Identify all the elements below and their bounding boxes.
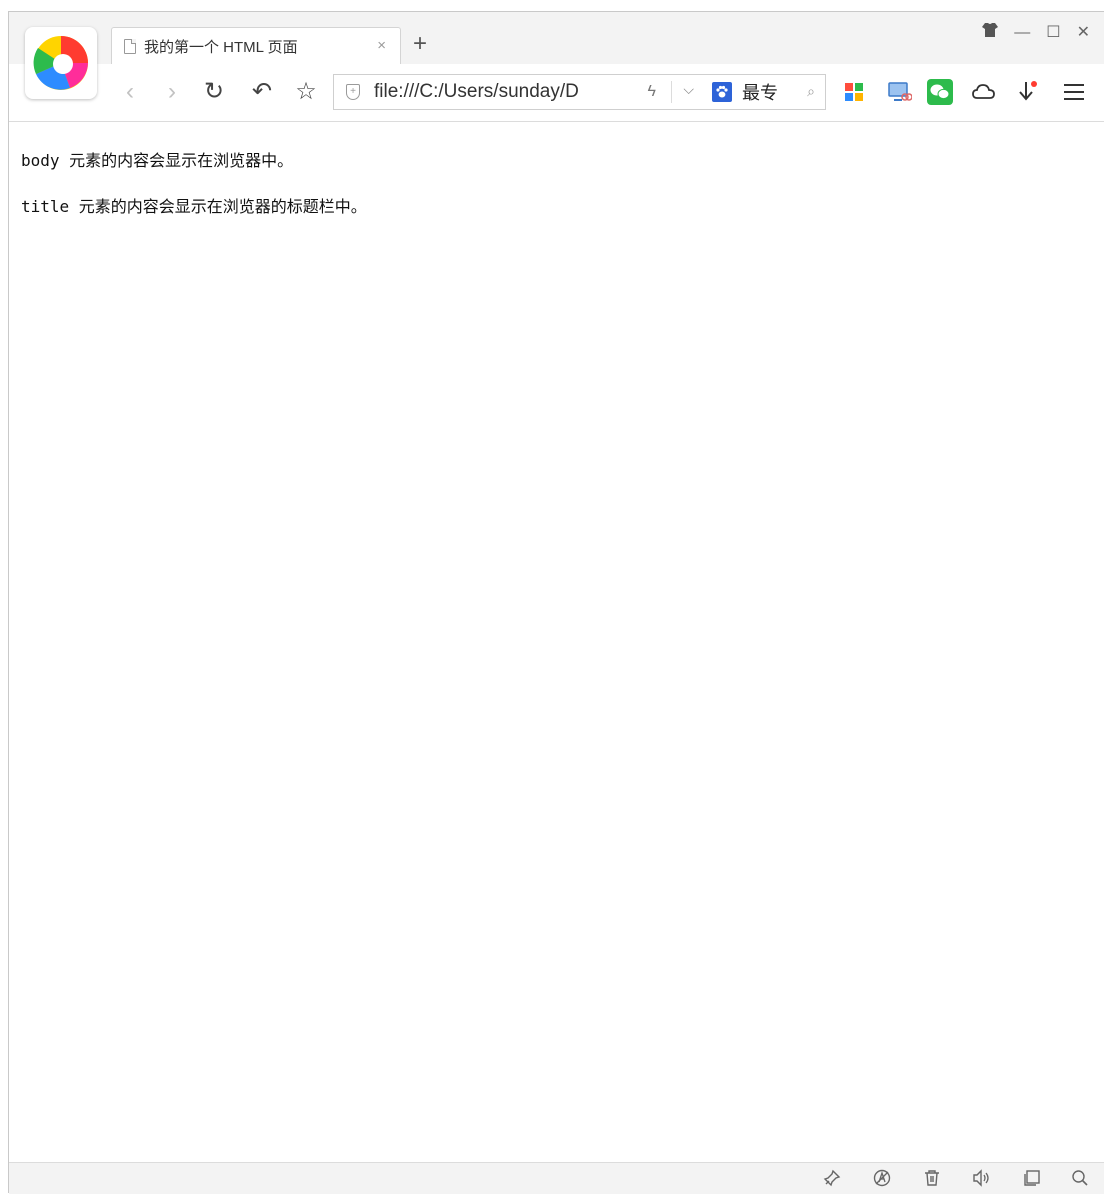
tab-title: 我的第一个 HTML 页面 bbox=[144, 39, 298, 56]
undo-close-button[interactable]: ↶ bbox=[249, 78, 275, 106]
new-tab-button[interactable]: + bbox=[413, 30, 427, 58]
back-button[interactable]: ‹ bbox=[117, 78, 143, 106]
skin-icon[interactable] bbox=[982, 22, 999, 44]
address-dropdown-icon[interactable]: ⌵ bbox=[683, 81, 694, 98]
body-text-line: body 元素的内容会显示在浏览器中。 bbox=[21, 151, 294, 170]
forward-button[interactable]: › bbox=[159, 78, 185, 106]
download-icon[interactable] bbox=[1015, 79, 1041, 105]
window-layout-icon[interactable] bbox=[1021, 1169, 1043, 1192]
speaker-icon[interactable] bbox=[971, 1169, 993, 1192]
bookmark-star-icon[interactable]: ☆ bbox=[293, 78, 319, 106]
security-shield-icon[interactable]: + bbox=[346, 84, 360, 100]
minimize-icon[interactable]: — bbox=[1014, 22, 1030, 44]
tab-close-icon[interactable]: × bbox=[377, 37, 386, 54]
page-content: body 元素的内容会显示在浏览器中。 title 元素的内容会显示在浏览器的标… bbox=[9, 123, 1104, 1162]
search-icon[interactable]: ⌕ bbox=[807, 83, 815, 100]
browser-logo[interactable] bbox=[25, 27, 97, 99]
screenshot-icon[interactable] bbox=[887, 79, 913, 105]
logo-icon bbox=[33, 36, 88, 90]
browser-window: 我的第一个 HTML 页面 × + — ☐ ✕ ‹ › ↻ ↶ ☆ + file… bbox=[8, 11, 1104, 1194]
maximize-icon[interactable]: ☐ bbox=[1046, 22, 1060, 44]
paw-icon[interactable] bbox=[712, 82, 732, 102]
navigation-toolbar: ‹ › ↻ ↶ ☆ + file:///C:/Users/sunday/D ϟ … bbox=[9, 64, 1104, 122]
title-text-line: title 元素的内容会显示在浏览器的标题栏中。 bbox=[21, 197, 367, 216]
ad-block-icon[interactable] bbox=[871, 1169, 893, 1192]
pin-icon[interactable] bbox=[821, 1169, 843, 1192]
trash-icon[interactable] bbox=[921, 1169, 943, 1192]
menu-icon[interactable] bbox=[1061, 79, 1087, 105]
apps-grid-icon[interactable] bbox=[841, 79, 867, 105]
speed-mode-icon[interactable]: ϟ bbox=[648, 83, 656, 101]
tab-active[interactable]: 我的第一个 HTML 页面 × bbox=[111, 27, 401, 65]
close-icon[interactable]: ✕ bbox=[1077, 22, 1090, 44]
search-label[interactable]: 最专 bbox=[742, 79, 778, 105]
search-box[interactable]: 最专 ⌕ bbox=[702, 74, 826, 110]
zoom-icon[interactable] bbox=[1069, 1169, 1091, 1192]
status-bar bbox=[9, 1162, 1104, 1194]
reload-button[interactable]: ↻ bbox=[201, 78, 227, 106]
address-bar[interactable]: + file:///C:/Users/sunday/D ϟ ⌵ bbox=[333, 74, 703, 110]
page-icon bbox=[124, 39, 136, 54]
wechat-icon[interactable] bbox=[927, 79, 953, 105]
tab-strip: 我的第一个 HTML 页面 × + — ☐ ✕ bbox=[9, 12, 1104, 65]
window-controls: — ☐ ✕ bbox=[982, 22, 1090, 44]
address-url[interactable]: file:///C:/Users/sunday/D bbox=[374, 81, 624, 103]
address-divider bbox=[671, 81, 672, 103]
cloud-icon[interactable] bbox=[971, 79, 997, 105]
